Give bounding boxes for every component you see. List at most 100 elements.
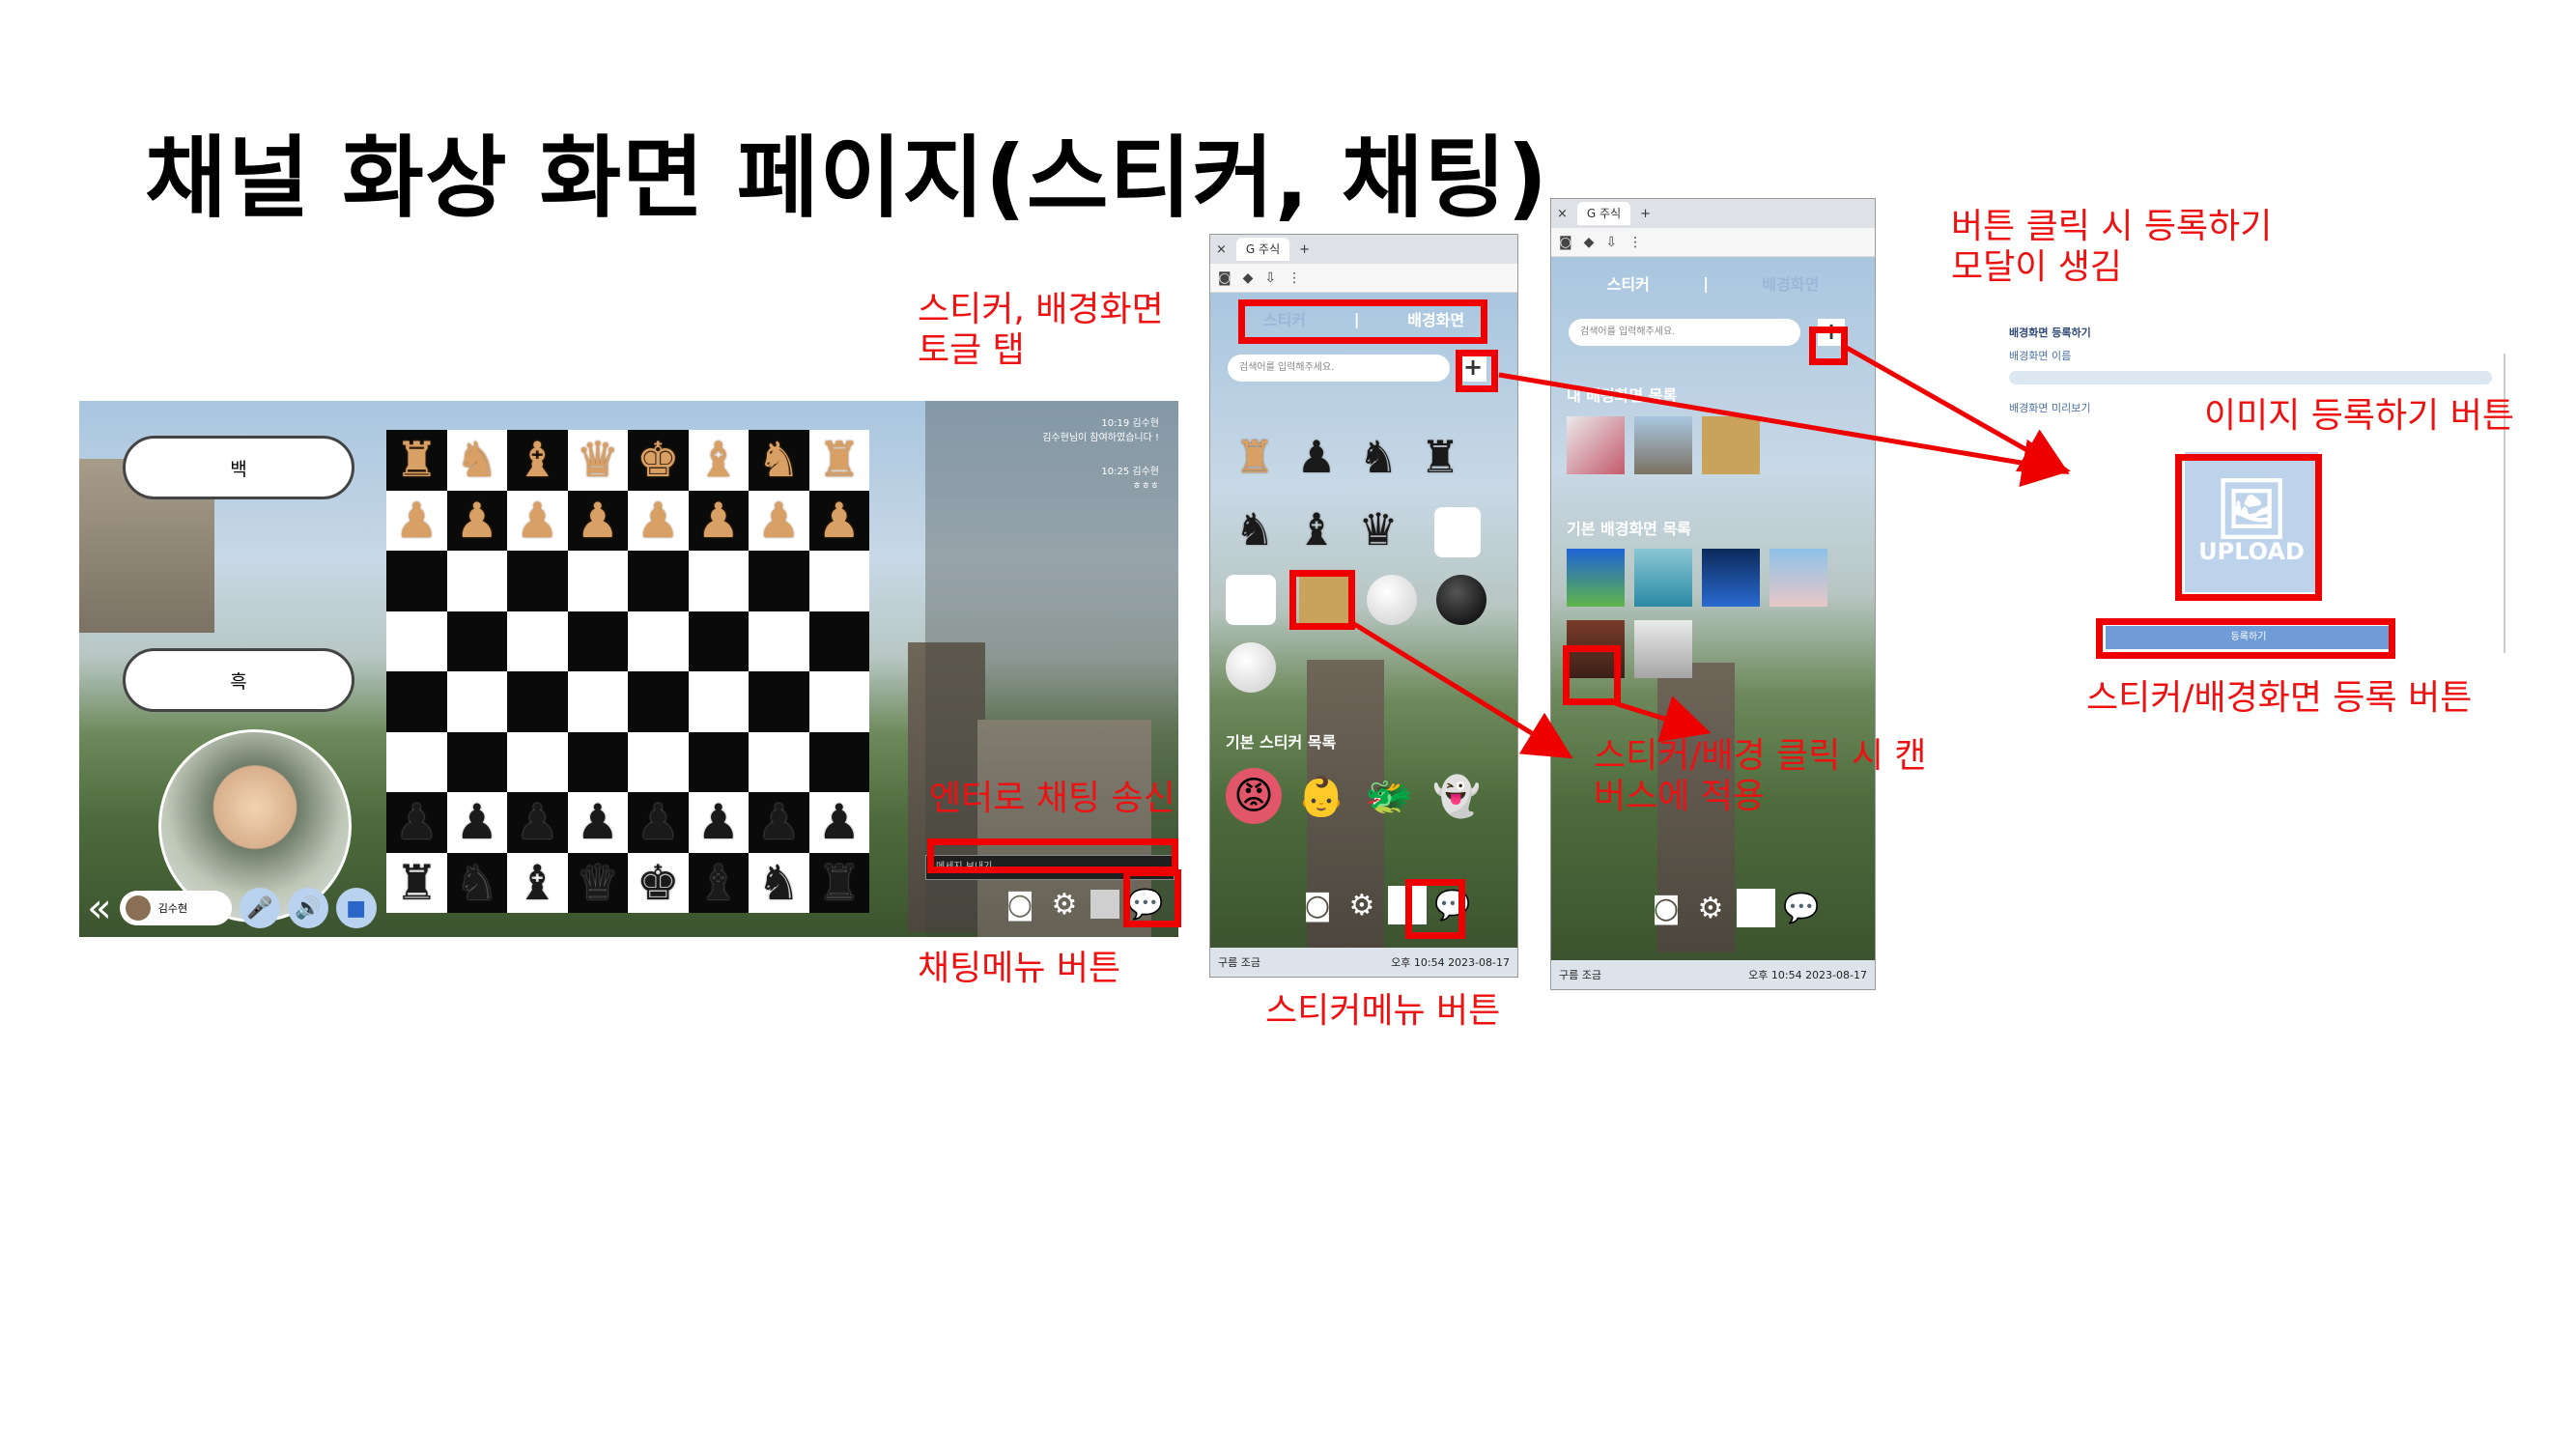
chess-piece[interactable]: ♟ bbox=[567, 490, 628, 551]
board-square[interactable] bbox=[446, 731, 507, 792]
black-stone-sticker[interactable] bbox=[1436, 575, 1486, 625]
background-thumb[interactable] bbox=[1702, 416, 1760, 474]
browser-tab[interactable]: G 주식 bbox=[1576, 202, 1631, 225]
board-square[interactable] bbox=[749, 731, 809, 792]
chess-piece[interactable]: ♟ bbox=[808, 792, 869, 853]
chess-piece[interactable]: ♟ bbox=[507, 792, 568, 853]
collapse-icon[interactable]: « bbox=[87, 888, 112, 928]
download-icon[interactable]: ⇩ bbox=[1605, 235, 1617, 250]
sticker-icon[interactable] bbox=[1090, 890, 1119, 919]
white-player-button[interactable]: 백 bbox=[123, 436, 354, 499]
board-square[interactable] bbox=[507, 551, 568, 611]
close-icon[interactable]: × bbox=[1216, 242, 1227, 257]
chess-piece[interactable]: ♟ bbox=[749, 792, 809, 853]
sticker-item[interactable]: ♛ bbox=[1349, 500, 1407, 558]
menu-icon[interactable]: ⋮ bbox=[1628, 235, 1642, 250]
chess-piece[interactable]: ♜ bbox=[386, 430, 447, 491]
board-square[interactable] bbox=[567, 671, 628, 732]
sticker-item[interactable]: ♜ bbox=[1411, 428, 1469, 486]
board-square[interactable] bbox=[628, 731, 689, 792]
close-icon[interactable]: × bbox=[1557, 207, 1568, 221]
board-square[interactable] bbox=[808, 551, 869, 611]
chess-piece[interactable]: ♚ bbox=[628, 852, 689, 913]
chess-piece[interactable]: ♟ bbox=[386, 490, 447, 551]
board-square[interactable] bbox=[749, 671, 809, 732]
board-square[interactable] bbox=[749, 551, 809, 611]
menu-icon[interactable]: ⋮ bbox=[1288, 270, 1301, 286]
sticker-background-toggle[interactable]: 스티커 | 배경화면 bbox=[1580, 269, 1846, 298]
board-square[interactable] bbox=[688, 731, 749, 792]
chess-piece[interactable]: ♞ bbox=[749, 852, 809, 913]
chess-piece[interactable]: ♞ bbox=[446, 852, 507, 913]
sticker-item[interactable]: ♞ bbox=[1349, 428, 1407, 486]
sticker-item[interactable]: ♝ bbox=[1288, 500, 1345, 558]
chess-board[interactable]: ♜ ♞ ♝ ♛ ♚ ♝ ♞ ♜ ♟ ♟ ♟ ♟ ♟ ♟ ♟ ♟ ♟ ♟ ♟ ♟ ♟ ♟ ♟ ♟ ♜ ♞ ♝ ♛ ♚ ♝ ♞ ♜ bbox=[386, 430, 869, 913]
chess-piece[interactable]: ♛ bbox=[567, 852, 628, 913]
chess-piece[interactable]: ♛ bbox=[567, 430, 628, 491]
board-square[interactable] bbox=[688, 611, 749, 671]
chess-piece[interactable]: ♝ bbox=[507, 430, 568, 491]
search-input[interactable]: 검색어를 입력해주세요. bbox=[1228, 355, 1450, 382]
chess-piece[interactable]: ♟ bbox=[386, 792, 447, 853]
board-square[interactable] bbox=[446, 611, 507, 671]
chess-piece[interactable]: ♟ bbox=[446, 792, 507, 853]
chess-piece[interactable]: ♟ bbox=[808, 490, 869, 551]
chess-piece[interactable]: ♟ bbox=[628, 792, 689, 853]
board-square[interactable] bbox=[446, 671, 507, 732]
board-square[interactable] bbox=[567, 551, 628, 611]
chess-piece[interactable]: ♞ bbox=[446, 430, 507, 491]
new-tab-icon[interactable]: + bbox=[1299, 242, 1310, 257]
board-square[interactable] bbox=[386, 551, 447, 611]
black-player-button[interactable]: 흑 bbox=[123, 648, 354, 712]
board-square[interactable] bbox=[808, 731, 869, 792]
baby-sticker[interactable]: 👶 bbox=[1293, 768, 1349, 824]
name-input[interactable] bbox=[2009, 371, 2492, 384]
tab-background[interactable]: 배경화면 bbox=[1762, 271, 1819, 295]
board-square[interactable] bbox=[507, 611, 568, 671]
chess-piece[interactable]: ♜ bbox=[808, 430, 869, 491]
dragon-sticker[interactable]: 🐲 bbox=[1361, 768, 1417, 824]
board-square[interactable] bbox=[567, 731, 628, 792]
board-square[interactable] bbox=[808, 671, 869, 732]
chess-piece[interactable]: ♟ bbox=[628, 490, 689, 551]
board-square[interactable] bbox=[567, 611, 628, 671]
background-thumb[interactable] bbox=[1567, 416, 1625, 474]
chess-piece[interactable]: ♟ bbox=[507, 490, 568, 551]
board-square[interactable] bbox=[808, 611, 869, 671]
chess-piece[interactable]: ♟ bbox=[688, 792, 749, 853]
chess-piece[interactable]: ♚ bbox=[628, 430, 689, 491]
chat-icon[interactable]: 💬 bbox=[1783, 890, 1820, 926]
sticker-item[interactable]: ♜ bbox=[1226, 428, 1284, 486]
board-square[interactable] bbox=[628, 551, 689, 611]
board-square[interactable] bbox=[749, 611, 809, 671]
board-square[interactable] bbox=[628, 671, 689, 732]
gear-icon[interactable]: ⚙ bbox=[1692, 890, 1729, 926]
sticker-item[interactable] bbox=[1226, 575, 1276, 625]
white-stone-sticker[interactable] bbox=[1226, 642, 1276, 693]
chess-piece[interactable]: ♟ bbox=[688, 490, 749, 551]
sticker-menu-icon[interactable] bbox=[1737, 889, 1775, 927]
white-stone-sticker[interactable] bbox=[1367, 575, 1417, 625]
angry-sticker[interactable]: 😡 bbox=[1226, 768, 1282, 824]
background-thumb[interactable] bbox=[1634, 549, 1692, 607]
new-tab-icon[interactable]: + bbox=[1640, 207, 1651, 221]
ghost-sticker[interactable]: 👻 bbox=[1429, 768, 1485, 824]
camera-icon[interactable]: ◙ bbox=[1002, 886, 1038, 923]
extension-icon[interactable]: ◆ bbox=[1243, 270, 1254, 286]
background-thumb[interactable] bbox=[1567, 549, 1625, 607]
tab-sticker[interactable]: 스티커 bbox=[1607, 271, 1650, 295]
search-input[interactable]: 검색어를 입력해주세요. bbox=[1569, 319, 1800, 346]
board-square[interactable] bbox=[386, 671, 447, 732]
board-square[interactable] bbox=[628, 611, 689, 671]
chess-piece[interactable]: ♝ bbox=[507, 852, 568, 913]
board-square[interactable] bbox=[446, 551, 507, 611]
download-icon[interactable]: ⇩ bbox=[1264, 270, 1276, 286]
board-square[interactable] bbox=[507, 671, 568, 732]
browser-tab[interactable]: G 주식 bbox=[1235, 238, 1290, 261]
camera-icon[interactable]: ◙ bbox=[1559, 235, 1572, 250]
extension-icon[interactable]: ◆ bbox=[1584, 235, 1595, 250]
chess-piece[interactable]: ♞ bbox=[749, 430, 809, 491]
microphone-icon[interactable]: 🎤 bbox=[239, 888, 280, 928]
board-square[interactable] bbox=[386, 611, 447, 671]
video-camera-icon[interactable]: ■ bbox=[335, 888, 377, 928]
